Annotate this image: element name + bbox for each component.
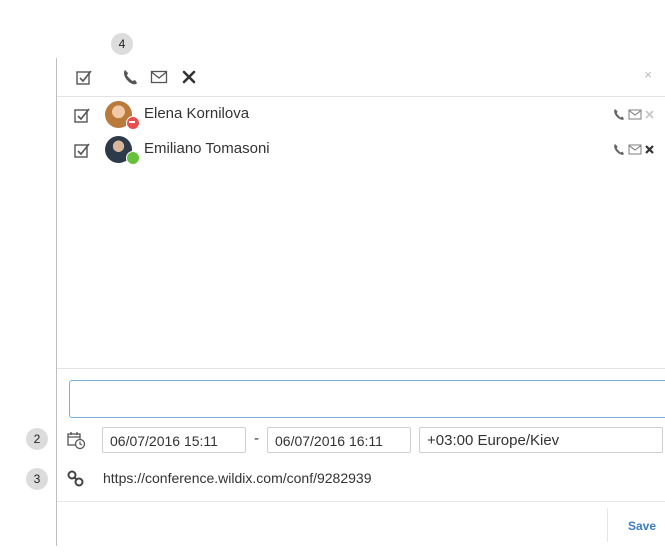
start-datetime-field[interactable]: 06/07/2016 15:11 — [102, 427, 246, 453]
remove-x-icon[interactable] — [180, 68, 198, 86]
close-icon[interactable]: × — [644, 67, 652, 82]
participant-actions-icon[interactable] — [612, 107, 665, 123]
envelope-icon[interactable] — [150, 68, 168, 86]
callout-badge-3: 3 — [26, 468, 48, 490]
participant-name: Elena Kornilova — [144, 105, 250, 122]
footer-separator — [607, 508, 608, 542]
footer-divider — [57, 501, 665, 502]
status-busy-icon — [126, 116, 140, 130]
participants-toolbar: × — [57, 58, 665, 97]
end-datetime-field[interactable]: 06/07/2016 16:11 — [267, 427, 411, 453]
date-separator: - — [254, 430, 259, 447]
timezone-select[interactable]: +03:00 Europe/Kiev — [419, 427, 663, 453]
callout-badge-2: 2 — [26, 428, 48, 450]
callout-badge-4: 4 — [111, 33, 133, 55]
status-available-icon — [126, 151, 140, 165]
link-icon — [67, 470, 84, 487]
list-divider — [57, 368, 665, 369]
select-all-checkbox-icon[interactable] — [75, 68, 93, 86]
participant-name: Emiliano Tomasoni — [144, 140, 270, 157]
participant-checkbox-icon[interactable] — [73, 106, 91, 124]
subject-input[interactable] — [69, 380, 665, 418]
participant-actions-icon[interactable] — [612, 142, 665, 158]
participant-checkbox-icon[interactable] — [73, 141, 91, 159]
phone-icon[interactable] — [121, 68, 139, 86]
participant-row[interactable]: Elena Kornilova — [57, 98, 665, 132]
save-button[interactable]: Save — [628, 519, 656, 533]
participant-row[interactable]: Emiliano Tomasoni — [57, 133, 665, 167]
calendar-clock-icon — [67, 432, 86, 450]
conference-url[interactable]: https://conference.wildix.com/conf/92829… — [103, 470, 372, 486]
conference-panel: × Elena Kornilova Emiliano Tomasoni 06/0… — [56, 58, 665, 546]
